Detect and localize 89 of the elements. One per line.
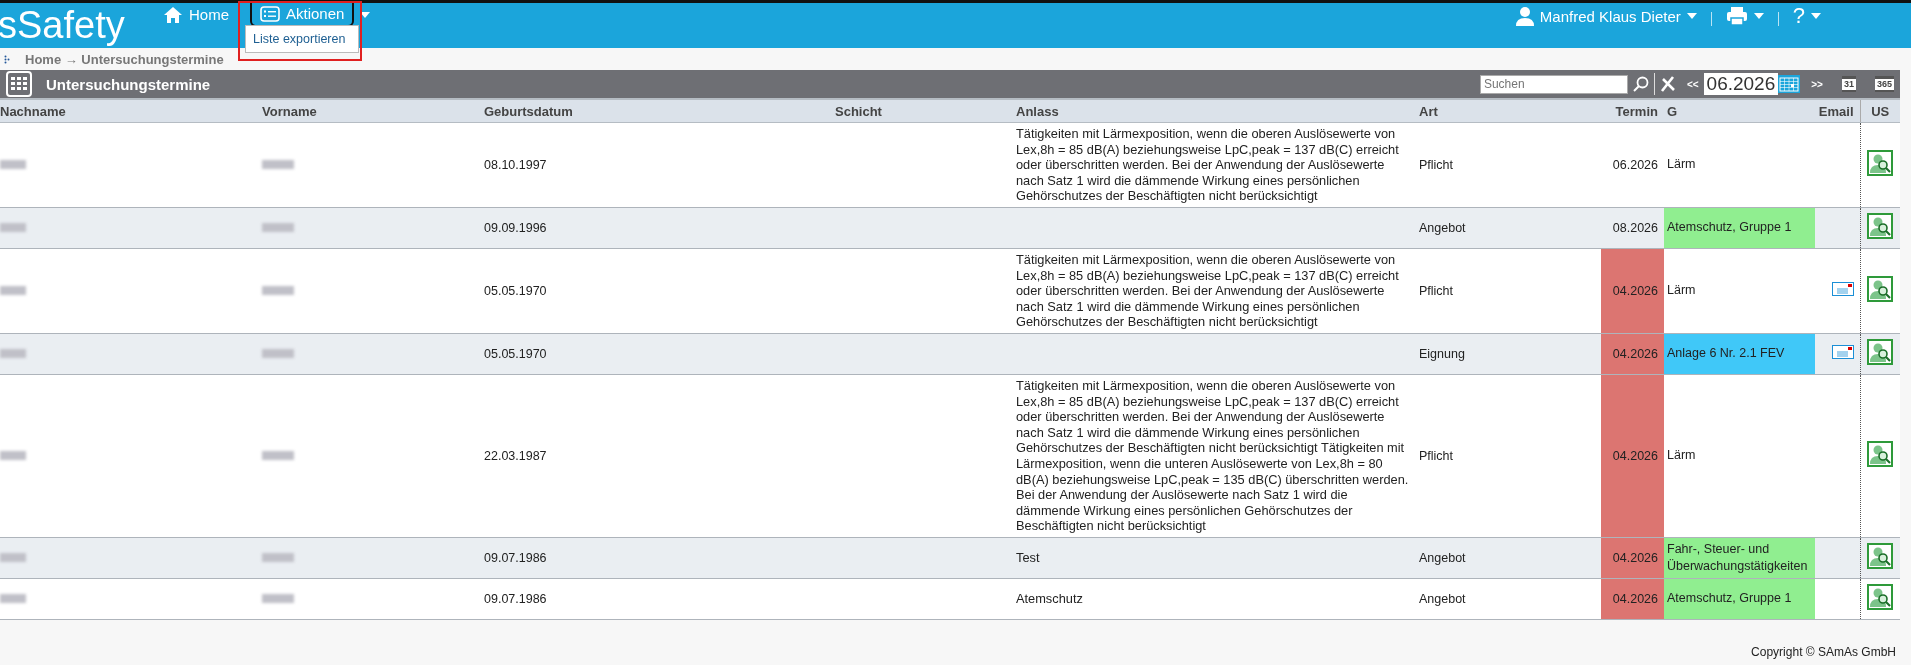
menu-item[interactable]: Liste exportieren (246, 30, 358, 48)
blurred-name (0, 160, 26, 169)
search-icon[interactable] (1632, 76, 1649, 92)
table-cell: 08.10.1997 (484, 122, 835, 208)
table-cell: Pflicht (1419, 374, 1601, 538)
envelope-icon[interactable] (1831, 345, 1854, 360)
list-icon (260, 5, 280, 22)
caret-icon[interactable] (360, 12, 371, 18)
table-cell: Pflicht (1419, 122, 1601, 208)
column-header[interactable]: Vorname (262, 99, 484, 123)
user-icon (1515, 6, 1534, 26)
dots-icon (4, 54, 10, 64)
column-header[interactable]: Schicht (835, 99, 1016, 123)
day-view-button[interactable]: 31 (1841, 76, 1856, 92)
panel-title: Untersuchungstermine (46, 75, 211, 93)
column-header[interactable]: G (1664, 99, 1815, 123)
table-cell: 06.2026 (1601, 122, 1664, 208)
table-cell: 08.2026 (1601, 207, 1664, 249)
house-icon (163, 6, 183, 24)
copyright-text: Copyright © SAmAs GmbH (1751, 645, 1896, 659)
blurred-name (262, 450, 294, 460)
caret-icon[interactable] (1686, 13, 1697, 19)
blurred-name (0, 450, 26, 460)
table-cell: 09.09.1996 (484, 207, 835, 249)
envelope-icon[interactable] (1831, 282, 1854, 297)
table-cell: 04.2026 (1601, 248, 1664, 334)
person-search-icon[interactable] (1867, 441, 1894, 468)
table-cell: 04.2026 (1601, 333, 1664, 375)
table-cell: Angebot (1419, 207, 1601, 249)
table-cell: 04.2026 (1601, 374, 1664, 538)
table-cell: Tätigkeiten mit Lärmexposition, wenn die oberen Auslösewerte von Lex,8h = 85 dB(A) beziehungsweise LpC,peak = 137 dB(C) erreicht oder überschritten werden. Bei der Anwendung der Auslösewerte nach Satz 1 wird die dämmende Wirkung eines persönlichen Gehörschutzes der Beschäftigten nicht berücksichtigt (1016, 251, 1399, 330)
calendar-grid-icon (6, 71, 32, 97)
person-search-icon[interactable] (1867, 584, 1894, 611)
table-cell: Tätigkeiten mit Lärmexposition, wenn die oberen Auslösewerte von Lex,8h = 85 dB(A) beziehungsweise LpC,peak = 137 dB(C) erreicht oder überschritten werden. Bei der Anwendung der Auslösewerte nach Satz 1 wird die dämmende Wirkung eines persönlichen Gehörschutzes der Beschäftigten nicht berücksichtigt Tätigkeiten mit Lärmexposition, wenn die unteren Auslösewerte von Lex,8h = 80 dB(A) beziehungsweise LpC,peak = 135 dB(C) überschritten werden. Bei der Anwendung der Auslösewerte nach Satz 1 wird die dämmende Wirkung eines persönlichen Gehörschutzes der Beschäftigten nicht berücksichtigt (1016, 377, 1409, 534)
table-cell: 04.2026 (1601, 537, 1664, 579)
previous-month-button[interactable]: << (1686, 78, 1699, 90)
blurred-name (262, 285, 294, 295)
table-cell: Pflicht (1419, 248, 1601, 334)
year-view-button[interactable]: 365 (1874, 76, 1894, 92)
column-header[interactable]: Geburtsdatum (484, 99, 835, 123)
table-cell: Lärm (1664, 248, 1815, 334)
table-cell: 05.05.1970 (484, 333, 835, 375)
table-cell: Angebot (1419, 578, 1601, 620)
caret-icon[interactable] (1811, 13, 1821, 19)
printer-icon[interactable] (1725, 6, 1748, 26)
blurred-name (262, 348, 294, 358)
table-cell: Fahr-, Steuer- und Überwachungstätigkeiten (1664, 537, 1815, 579)
table-cell: 09.07.1986 (484, 578, 835, 620)
table-cell: 05.05.1970 (484, 248, 835, 334)
table-cell: Lärm (1664, 122, 1815, 208)
month-field[interactable]: 06.2026 (1703, 73, 1779, 95)
blurred-name (0, 593, 26, 603)
table-cell: 22.03.1987 (484, 374, 835, 538)
table-cell: Lärm (1664, 374, 1815, 538)
table-cell: 04.2026 (1601, 578, 1664, 620)
table-cell: Angebot (1419, 537, 1601, 579)
calendar-icon[interactable] (1778, 75, 1801, 93)
breadcrumb: Home → Untersuchungstermine (25, 51, 224, 67)
table-cell: 09.07.1986 (484, 537, 835, 579)
column-header[interactable]: US (1860, 99, 1900, 123)
blurred-name (0, 222, 26, 232)
search-field[interactable]: Suchen (1479, 74, 1628, 94)
blurred-name (0, 285, 26, 295)
caret-icon[interactable] (1753, 13, 1764, 19)
column-header[interactable]: Email (1815, 99, 1860, 123)
blurred-name (262, 593, 294, 603)
table-cell: Eignung (1419, 333, 1601, 375)
blurred-name (262, 160, 294, 169)
person-search-icon[interactable] (1867, 339, 1894, 366)
column-header[interactable]: Nachname (0, 99, 262, 123)
table-cell: Tätigkeiten mit Lärmexposition, wenn die oberen Auslösewerte von Lex,8h = 85 dB(A) beziehungsweise LpC,peak = 137 dB(C) erreicht oder überschritten werden. Bei der Anwendung der Auslösewerte nach Satz 1 wird die dämmende Wirkung eines persönlichen Gehörschutzes der Beschäftigten nicht berücksichtigt (1016, 126, 1399, 204)
blurred-name (262, 552, 294, 562)
blurred-name (262, 222, 294, 232)
person-search-icon[interactable] (1867, 213, 1894, 240)
table-cell: Atemschutz, Gruppe 1 (1664, 207, 1815, 249)
column-header[interactable]: Termin (1601, 99, 1664, 123)
person-search-icon[interactable] (1867, 276, 1894, 303)
table-cell: Test (1016, 550, 1040, 566)
clear-icon[interactable] (1659, 76, 1676, 92)
table-cell: Atemschutz (1016, 591, 1083, 607)
blurred-name (0, 552, 26, 562)
column-header[interactable]: Anlass (1016, 99, 1419, 123)
table-cell: Atemschutz, Gruppe 1 (1664, 578, 1815, 620)
blurred-name (0, 348, 26, 358)
person-search-icon[interactable] (1867, 543, 1894, 570)
column-header[interactable]: Art (1419, 99, 1601, 123)
person-search-icon[interactable] (1867, 150, 1894, 177)
table-cell: Anlage 6 Nr. 2.1 FEV (1664, 333, 1815, 375)
next-month-button[interactable]: >> (1811, 78, 1823, 90)
